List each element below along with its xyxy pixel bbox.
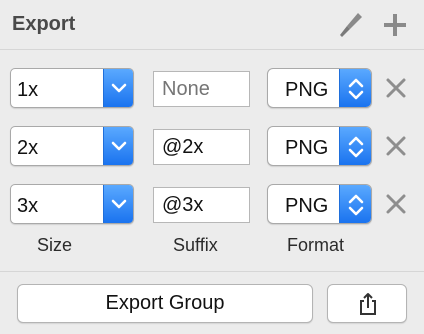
plus-icon[interactable]	[381, 11, 409, 39]
format-value: PNG	[285, 137, 329, 159]
format-select[interactable]: PNG	[267, 184, 372, 224]
up-down-chevron-icon	[348, 78, 364, 100]
share-button[interactable]	[327, 284, 407, 323]
format-select[interactable]: PNG	[267, 68, 372, 108]
knife-icon[interactable]	[338, 11, 364, 39]
footer-divider	[0, 271, 424, 272]
format-value: PNG	[285, 195, 329, 217]
close-icon[interactable]	[385, 193, 407, 215]
chevron-down-icon	[111, 141, 127, 151]
export-row: 1x PNG	[0, 68, 424, 110]
close-icon[interactable]	[385, 77, 407, 99]
format-dropdown-arrows[interactable]	[339, 185, 371, 223]
export-header: Export	[0, 0, 424, 50]
export-row: 3x PNG	[0, 184, 424, 226]
header-divider	[0, 49, 424, 50]
suffix-label: Suffix	[173, 235, 218, 255]
format-value: PNG	[285, 79, 329, 101]
size-dropdown-arrow[interactable]	[103, 69, 133, 107]
export-panel: Export 1x PNG	[0, 0, 424, 334]
format-dropdown-arrows[interactable]	[339, 69, 371, 107]
suffix-field[interactable]	[153, 187, 250, 223]
export-row: 2x PNG	[0, 126, 424, 168]
format-dropdown-arrows[interactable]	[339, 127, 371, 165]
size-dropdown-arrow[interactable]	[103, 185, 133, 223]
export-group-button[interactable]: Export Group	[17, 284, 313, 323]
up-down-chevron-icon	[348, 136, 364, 158]
size-value: 1x	[17, 79, 39, 101]
chevron-down-icon	[111, 199, 127, 209]
chevron-down-icon	[111, 83, 127, 93]
suffix-field[interactable]	[153, 71, 250, 107]
format-select[interactable]: PNG	[267, 126, 372, 166]
close-icon[interactable]	[385, 135, 407, 157]
size-dropdown-arrow[interactable]	[103, 127, 133, 165]
size-select[interactable]: 2x	[10, 126, 134, 166]
format-label: Format	[287, 235, 345, 255]
size-label: Size	[37, 235, 73, 255]
size-select[interactable]: 1x	[10, 68, 134, 108]
suffix-field[interactable]	[153, 129, 250, 165]
panel-title: Export	[12, 13, 76, 35]
up-down-chevron-icon	[348, 194, 364, 216]
size-select[interactable]: 3x	[10, 184, 134, 224]
share-icon	[360, 293, 376, 315]
size-value: 3x	[17, 195, 39, 217]
size-value: 2x	[17, 137, 39, 159]
